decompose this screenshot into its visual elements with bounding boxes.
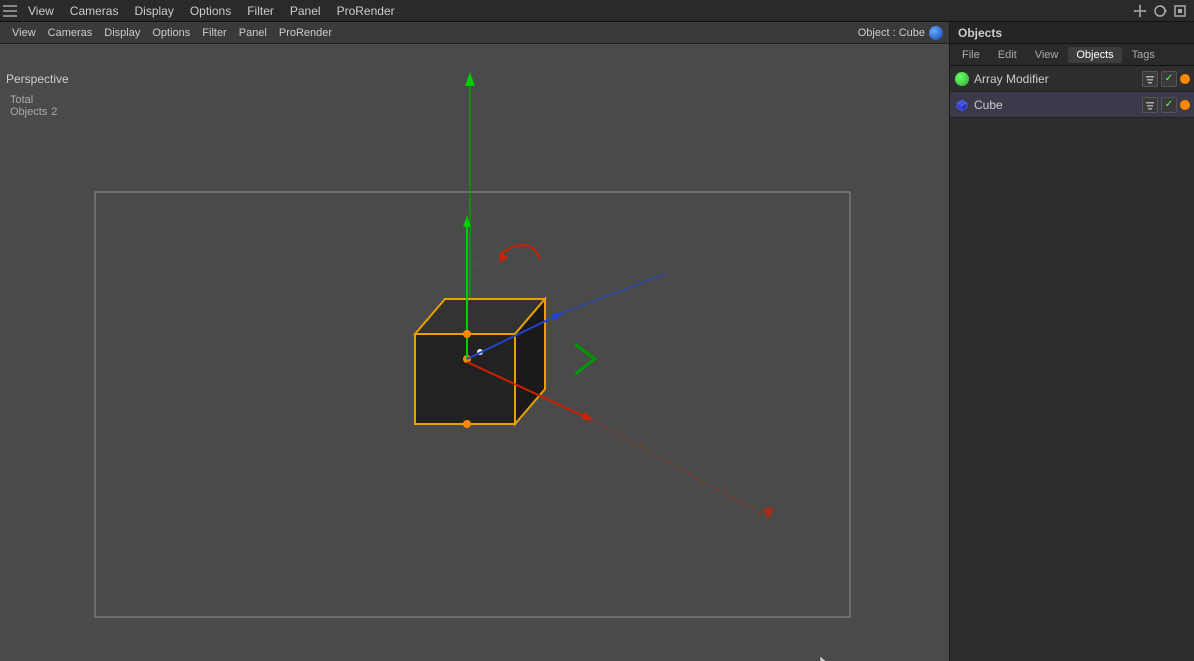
cube-check-btn[interactable]: ✓	[1161, 97, 1177, 113]
array-filter-btn[interactable]	[1142, 71, 1158, 87]
viewport-header-right: Object : Cube	[858, 26, 943, 40]
vp-menu-view[interactable]: View	[6, 22, 42, 44]
vp-menu-display[interactable]: Display	[98, 22, 146, 44]
object-label: Object : Cube	[858, 27, 925, 39]
array-modifier-name: Array Modifier	[974, 72, 1138, 86]
vp-menu-options[interactable]: Options	[146, 22, 196, 44]
menu-prorender[interactable]: ProRender	[329, 0, 403, 22]
array-check-btn[interactable]: ✓	[1161, 71, 1177, 87]
viewport-sphere-icon	[929, 26, 943, 40]
top-menubar: View Cameras Display Options Filter Pane…	[0, 0, 1194, 22]
object-row-array[interactable]: Array Modifier ✓	[950, 66, 1194, 92]
tab-edit[interactable]: Edit	[990, 47, 1025, 63]
panel-title: Objects	[958, 26, 1002, 40]
object-list: Array Modifier ✓	[950, 66, 1194, 661]
object-row-cube[interactable]: Cube ✓	[950, 92, 1194, 118]
tab-objects[interactable]: Objects	[1068, 47, 1121, 63]
menu-options[interactable]: Options	[182, 0, 239, 22]
tab-tags[interactable]: Tags	[1124, 47, 1163, 63]
menu-filter[interactable]: Filter	[239, 0, 282, 22]
tab-file[interactable]: File	[954, 47, 988, 63]
move-icon[interactable]	[1132, 3, 1148, 19]
viewport[interactable]: View Cameras Display Options Filter Pane…	[0, 22, 949, 661]
menu-panel[interactable]: Panel	[282, 0, 329, 22]
menu-display[interactable]: Display	[126, 0, 181, 22]
vp-menu-panel[interactable]: Panel	[233, 22, 273, 44]
right-panel-header: Objects	[950, 22, 1194, 44]
cube-filter-btn[interactable]	[1142, 97, 1158, 113]
array-modifier-actions: ✓	[1142, 71, 1190, 87]
right-panel: Objects File Edit View Objects Tags Arra…	[949, 22, 1194, 661]
cube-name: Cube	[974, 98, 1138, 112]
cube-actions: ✓	[1142, 97, 1190, 113]
toolbar-right	[1132, 3, 1194, 19]
scale-icon[interactable]	[1172, 3, 1188, 19]
array-orange-dot	[1180, 74, 1190, 84]
vp-menu-cameras[interactable]: Cameras	[42, 22, 99, 44]
array-modifier-icon	[954, 71, 970, 87]
cube-orange-dot	[1180, 100, 1190, 110]
app-icon	[0, 0, 20, 22]
viewport-header: View Cameras Display Options Filter Pane…	[0, 22, 949, 44]
tab-view[interactable]: View	[1027, 47, 1067, 63]
rotate-icon[interactable]	[1152, 3, 1168, 19]
main-area: View Cameras Display Options Filter Pane…	[0, 22, 1194, 661]
canvas-area[interactable]: Perspective Total Objects 2	[0, 44, 949, 661]
menu-cameras[interactable]: Cameras	[62, 0, 127, 22]
scene-svg	[0, 44, 949, 661]
cube-icon	[954, 97, 970, 113]
menu-view[interactable]: View	[20, 0, 62, 22]
vp-menu-prorender[interactable]: ProRender	[273, 22, 338, 44]
right-panel-tabs: File Edit View Objects Tags	[950, 44, 1194, 66]
vp-menu-filter[interactable]: Filter	[196, 22, 232, 44]
